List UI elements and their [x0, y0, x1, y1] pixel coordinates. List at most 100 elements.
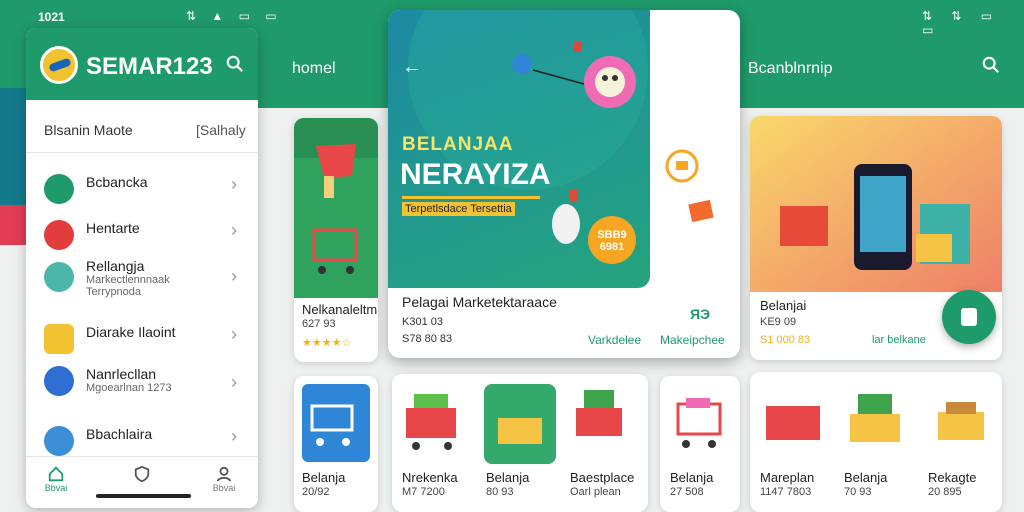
shop-icon	[44, 262, 74, 292]
hero-link-secondary[interactable]: Makeipchee	[660, 333, 725, 347]
drawer-item-label: Rellangja	[86, 258, 145, 274]
product-images	[766, 394, 984, 442]
product-card-group[interactable]: Mareplan 1147 7803 Belanja 70 93 Rekagte…	[750, 372, 1002, 512]
shield-icon	[134, 465, 150, 483]
drawer-item-label: Bcbancka	[86, 174, 148, 190]
drawer-item-label: Nanrlecllan	[86, 366, 157, 382]
hero-product-title: Pelagai Marketektaraace	[402, 294, 557, 310]
drawer-item-bcbancka[interactable]: Bcbancka ›	[26, 164, 258, 216]
product-link[interactable]: lar belkane	[872, 334, 926, 346]
chevron-right-icon: ›	[231, 372, 237, 392]
divider	[26, 152, 258, 153]
chevron-right-icon: ›	[231, 266, 237, 286]
product-title: Nrekenka	[402, 470, 458, 485]
floating-action-button[interactable]	[942, 290, 996, 344]
bottom-navigation: Bbvai Bbvai	[26, 456, 258, 508]
product-card[interactable]: Nelkanaleltm 627 93 ★★★★☆	[294, 118, 378, 362]
product-title: Rekagte	[928, 470, 977, 485]
hero-title-small: BELANJAA	[402, 134, 514, 155]
hero-mini-logo: ЯЭ	[690, 306, 711, 322]
drawer-item-label: Hentarte	[86, 220, 140, 236]
hero-product-price: S78 80 83	[402, 333, 453, 345]
product-code: 20/92	[302, 486, 330, 498]
home-indicator	[96, 494, 191, 498]
basket-icon	[44, 324, 74, 354]
product-title: Belanja	[486, 470, 530, 485]
product-code: Oarl plean	[570, 486, 621, 498]
hero-link-primary[interactable]: Varkdelee	[588, 333, 641, 347]
hero-underline	[402, 196, 540, 199]
hero-card[interactable]: ← BELANJAA NERAYIZA Terpetlsdace Tersett…	[388, 10, 740, 358]
drawer-item-diarake[interactable]: Diarake Ilaoint ›	[26, 314, 258, 366]
drawer-item-rellangja[interactable]: Rellangja Markectlennnaak Terrypnoda ›	[26, 256, 258, 308]
nav-home[interactable]: Bbvai	[26, 465, 86, 493]
nav-label: Bbvai	[212, 483, 236, 493]
product-image	[302, 384, 370, 462]
nav-profile[interactable]: Bbvai	[194, 465, 254, 493]
cart-icon	[44, 174, 74, 204]
product-card-group[interactable]: Nrekenka M7 7200 Belanja 80 93 Baestplac…	[392, 374, 648, 512]
product-code: 1147 7803	[760, 486, 812, 498]
back-arrow-icon[interactable]: ←	[402, 56, 422, 79]
drawer-item-hentarte[interactable]: Hentarte ›	[26, 210, 258, 262]
hero-product-code: K301 03	[402, 316, 443, 328]
product-title: Mareplan	[760, 470, 815, 485]
hero-tagline: Terpetlsdace Tersettia	[402, 202, 515, 216]
product-card[interactable]: Belanja 20/92	[294, 376, 378, 512]
chat-icon	[961, 308, 977, 326]
product-code: 80 93	[486, 486, 514, 498]
product-title: Belanjai	[760, 298, 807, 313]
nav-shield[interactable]	[112, 465, 172, 483]
drawer-subtitle: Blsanin Maote	[44, 122, 133, 138]
product-code: M7 7200	[402, 486, 445, 498]
drawer-item-nanrlecllan[interactable]: Nanrlecllan Mgoearlnan 1273 ›	[26, 362, 258, 414]
rating-stars: ★★★★☆	[302, 337, 352, 349]
chevron-right-icon: ›	[231, 324, 237, 344]
product-title: Belanja	[670, 470, 714, 485]
box-icon	[44, 426, 74, 456]
app-logo	[40, 46, 78, 84]
product-code: 70 93	[844, 486, 872, 498]
chevron-right-icon: ›	[231, 426, 237, 446]
drawer-item-label: Bbachlaira	[86, 426, 153, 442]
tab-home[interactable]: homel	[292, 60, 336, 78]
store-icon	[44, 220, 74, 250]
drawer-subtitle-right[interactable]: [Salhaly	[196, 122, 246, 138]
drawer-header: SEMAR123	[26, 28, 258, 100]
nav-label: Bbvai	[44, 483, 68, 493]
product-image	[750, 116, 1002, 292]
user-icon	[216, 466, 232, 482]
product-code: 627 93	[302, 318, 336, 330]
header-title-right: Bcanblnrnip	[748, 60, 833, 77]
product-code: 20 895	[928, 486, 962, 498]
product-card[interactable]: Belanja 27 508	[660, 376, 740, 512]
chevron-right-icon: ›	[231, 220, 237, 240]
app-brand: SEMAR123	[86, 53, 213, 80]
product-images	[406, 384, 622, 464]
decorative-band-red	[0, 205, 28, 245]
product-code: KE9 09	[760, 316, 797, 328]
product-title: Nelkanaleltm	[302, 302, 378, 317]
drawer-item-sublabel: Markectlennnaak Terrypnoda	[86, 274, 170, 298]
search-icon[interactable]	[226, 55, 244, 73]
hero-title-large: NERAYIZA	[400, 158, 551, 191]
drawer-item-label: Diarake Ilaoint	[86, 324, 176, 340]
product-image	[676, 398, 722, 448]
status-time: 1021	[38, 10, 65, 24]
product-code: 27 508	[670, 486, 704, 498]
product-image	[294, 118, 378, 298]
side-drawer: SEMAR123 Blsanin Maote [Salhaly Bcbancka…	[26, 28, 258, 508]
bag-icon	[44, 366, 74, 396]
status-icons: ⇅ ▲ ▭ ▭	[186, 9, 283, 23]
search-icon[interactable]	[982, 56, 1000, 74]
home-icon	[48, 466, 64, 482]
product-title: Belanja	[302, 470, 346, 485]
drawer-item-sublabel: Mgoearlnan 1273	[86, 382, 172, 394]
hero-badge: SBB9 6981	[588, 216, 636, 264]
product-price: S1 000 83	[760, 334, 811, 346]
product-title: Baestplace	[570, 470, 635, 485]
status-icons-right: ⇅ ⇅ ▭ ▭	[922, 9, 1001, 37]
product-title: Belanja	[844, 470, 888, 485]
chevron-right-icon: ›	[231, 174, 237, 194]
hero-side-illustration	[665, 149, 714, 223]
